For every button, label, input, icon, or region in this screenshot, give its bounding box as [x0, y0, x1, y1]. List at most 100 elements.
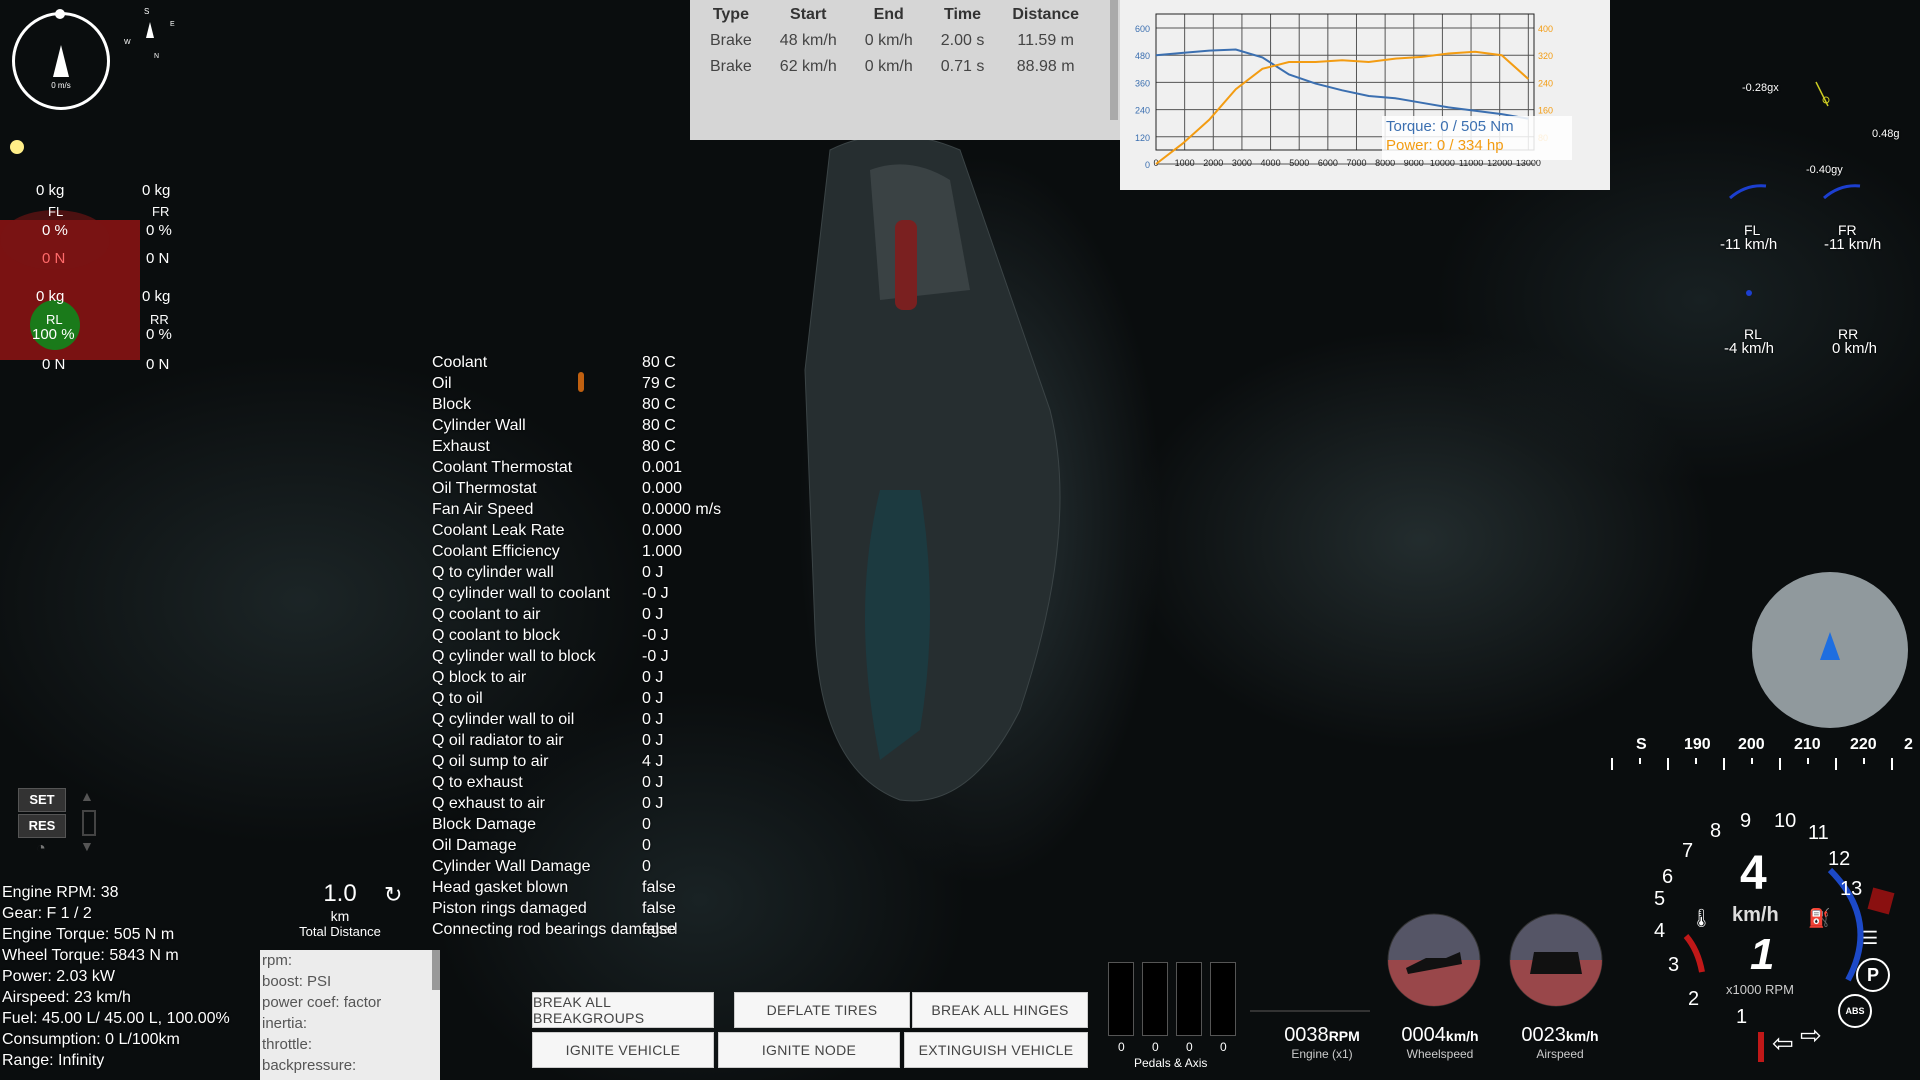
trip-meter: 1.0 km Total Distance — [290, 880, 390, 939]
rpm-scale-label: x1000 RPM — [1726, 982, 1794, 997]
table-scrollbar[interactable] — [1110, 0, 1118, 120]
rr-wheel-speed: 0 km/h — [1832, 340, 1878, 357]
col-end: End — [873, 6, 904, 23]
thermo-key: Connecting rod bearings damaged — [432, 921, 678, 938]
thermo-value: 80 C — [642, 396, 676, 413]
vehicle-stats: Engine RPM: 38 Gear: F 1 / 2 Engine Torque… — [2, 882, 230, 1071]
x-tick: 2000 — [1203, 158, 1223, 168]
thermo-value: 80 C — [642, 354, 676, 371]
thermo-row: Q to exhaust 0 J — [432, 772, 721, 793]
thermo-row: Block Damage 0 — [432, 814, 721, 835]
blood-decal — [895, 220, 917, 310]
ignite-node-button[interactable]: IGNITE NODE — [718, 1032, 900, 1068]
stat-line: Engine RPM: 38 — [2, 884, 119, 901]
thermo-row: Cylinder Wall 80 C — [432, 415, 721, 436]
gforce-icon — [1815, 81, 1830, 107]
vehicle — [804, 134, 1061, 802]
thermo-value: false — [642, 921, 676, 938]
airspeed-readout: 0023km/h Airspeed — [1521, 1024, 1599, 1061]
thermo-value: -0 J — [642, 627, 669, 644]
cruise-down-icon[interactable]: ▼ — [80, 838, 94, 854]
cruise-toggle-icon[interactable]: ◔ — [28, 840, 54, 860]
thermo-key: Cylinder Wall — [432, 417, 526, 434]
svg-text:S: S — [144, 7, 149, 16]
pedal-value: 0 — [1152, 1040, 1159, 1054]
ignite-vehicle-button[interactable]: IGNITE VEHICLE — [532, 1032, 714, 1068]
thermo-key: Exhaust — [432, 438, 490, 455]
wheel-speed-panel: FL -11 km/h FR -11 km/h RL -4 km/h RR 0 … — [1700, 180, 1920, 360]
rl-pct: 100 % — [32, 326, 75, 343]
cruise-control: SET RES ◔ ▲ ▼ — [18, 788, 108, 868]
thermo-row: Q exhaust to air 0 J — [432, 793, 721, 814]
break-hinges-button[interactable]: BREAK ALL HINGES — [912, 992, 1088, 1028]
turbo-panel: rpm: boost: PSI power coef: factor inertia:… — [260, 950, 440, 1080]
legend-power: Power: 0 / 334 hp — [1386, 137, 1504, 154]
thermo-value: 0 J — [642, 732, 664, 749]
compass: 0 m/s — [12, 9, 110, 110]
thermo-key: Cylinder Wall Damage — [432, 858, 591, 875]
deflate-tires-button[interactable]: DEFLATE TIRES — [734, 992, 910, 1028]
tachometer: 1 2 3 4 5 6 7 8 9 10 11 12 13 4 km/h 1 x… — [1640, 800, 1920, 1080]
thermo-value: false — [642, 879, 676, 896]
thermo-key: Q to exhaust — [432, 774, 523, 791]
reset-icon[interactable]: ↻ — [384, 882, 402, 908]
thermo-value: 0 J — [642, 564, 664, 581]
thermo-row: Oil Thermostat 0.000 — [432, 478, 721, 499]
x-tick: 4000 — [1261, 158, 1281, 168]
chart-legend: Torque: 0 / 505 Nm Power: 0 / 334 hp — [1382, 116, 1572, 160]
rr-label: RR — [150, 312, 169, 327]
turbo-scrollbar[interactable] — [432, 950, 440, 990]
thermo-value: 80 C — [642, 438, 676, 455]
headlight-icon: ☰ — [1862, 928, 1879, 948]
cruise-up-icon[interactable]: ▲ — [80, 788, 94, 804]
pedal-value: 0 — [1118, 1040, 1125, 1054]
turn-right-icon: ⇨ — [1800, 1020, 1822, 1050]
x-tick: 7000 — [1346, 158, 1366, 168]
engine-readout: 0038RPM Engine (x1) — [1284, 1024, 1360, 1061]
thermo-key: Block Damage — [432, 816, 537, 833]
heading-tape: S 190 200 210 220 2 — [1611, 736, 1913, 770]
fr-pct: 0 % — [146, 222, 172, 239]
fl-pct: 0 % — [42, 222, 68, 239]
rl-wheel-speed: -4 km/h — [1724, 340, 1775, 357]
thermo-key: Q exhaust to air — [432, 795, 545, 812]
speed-value: 1 — [1750, 930, 1775, 979]
thermo-key: Oil — [432, 375, 452, 392]
thermo-value: 0.0000 m/s — [642, 501, 722, 518]
col-time: Time — [944, 6, 982, 23]
thermo-value: 0 J — [642, 774, 664, 791]
thermo-row: Exhaust 80 C — [432, 436, 721, 457]
rr-pct: 0 % — [146, 326, 172, 343]
cruise-set-button[interactable]: SET — [18, 788, 66, 812]
svg-text:W: W — [124, 39, 131, 46]
pedal-value: 0 — [1186, 1040, 1193, 1054]
pedal-bar — [1142, 962, 1168, 1036]
thermo-value: 0.001 — [642, 459, 683, 476]
break-breakgroups-button[interactable]: BREAK ALL BREAKGROUPS — [532, 992, 714, 1028]
extinguish-vehicle-button[interactable]: EXTINGUISH VEHICLE — [904, 1032, 1088, 1068]
parking-brake-icon: P — [1856, 958, 1890, 992]
legend-torque: Torque: 0 / 505 Nm — [1386, 118, 1514, 135]
tire-panel: 0 kg FL 0 % 0 N 0 kg FR 0 % 0 N 0 kg RL … — [0, 180, 200, 380]
thermo-value: 0.000 — [642, 522, 683, 539]
thermo-row: Head gasket blown false — [432, 877, 721, 898]
thermo-key: Q oil radiator to air — [432, 732, 564, 749]
roll-gauge — [1509, 913, 1603, 1007]
x-tick: 1000 — [1175, 158, 1195, 168]
y-right-tick: 240 — [1538, 78, 1553, 88]
rl-mass: 0 kg — [36, 288, 65, 305]
fr-label: FR — [152, 204, 170, 219]
thermo-row: Coolant Leak Rate 0.000 — [432, 520, 721, 541]
needle-icon — [53, 45, 69, 77]
thermo-value: -0 J — [642, 585, 669, 602]
pedals-panel: 0 0 0 0 Pedals & Axis — [1106, 960, 1236, 1070]
cruise-res-button[interactable]: RES — [18, 814, 66, 838]
chart-svg: 0120240360480600801602403204000100020003… — [1135, 13, 1553, 170]
thermo-key: Q to cylinder wall — [432, 564, 554, 581]
y-left-tick: 360 — [1135, 78, 1150, 88]
fl-wheel-speed: -11 km/h — [1720, 236, 1778, 253]
thermo-row: Q coolant to block -0 J — [432, 625, 721, 646]
minimap[interactable] — [1752, 572, 1908, 728]
thermo-key: Coolant Leak Rate — [432, 522, 565, 539]
thermo-key: Q to oil — [432, 690, 483, 707]
